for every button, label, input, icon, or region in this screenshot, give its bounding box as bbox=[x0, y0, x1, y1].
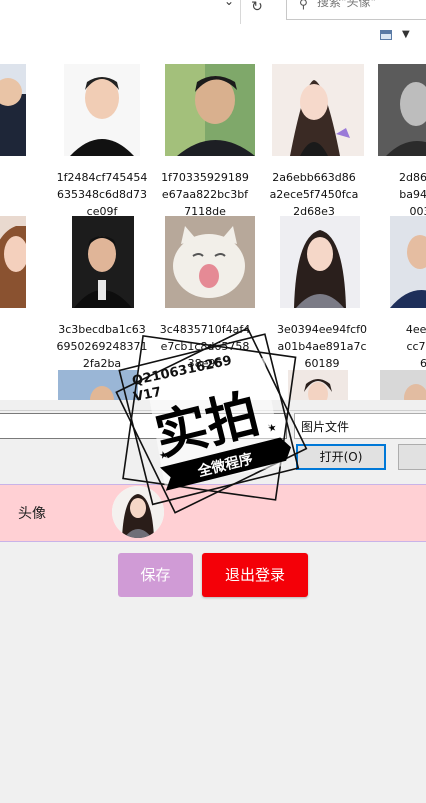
file-name: 2a6ebb663d86 a2ece5f7450fca 2d68e3 bbox=[269, 171, 359, 218]
file-thumbnail bbox=[378, 64, 426, 156]
file-thumbnail bbox=[72, 216, 134, 308]
file-type-select[interactable]: 图片文件 bbox=[294, 413, 426, 439]
file-thumbnail bbox=[280, 216, 360, 308]
file-name: 1f2484cf745454 635348c6d8d73 ce09f bbox=[56, 171, 148, 218]
logout-button[interactable]: 退出登录 bbox=[202, 553, 308, 597]
file-thumbnail bbox=[0, 216, 26, 308]
file-name: 1f70335929189 e67aa822bc3bf 7118de bbox=[161, 171, 249, 218]
explorer-toolbar bbox=[0, 26, 426, 52]
path-field[interactable]: ⌄ bbox=[0, 0, 241, 24]
cancel-button[interactable] bbox=[398, 444, 426, 470]
svg-text:★: ★ bbox=[267, 422, 278, 435]
file-thumbnail bbox=[272, 64, 364, 156]
file-thumbnail bbox=[380, 370, 426, 400]
file-thumbnail bbox=[390, 216, 426, 308]
file-name: ed1cd42770e7c1c bbox=[0, 321, 26, 372]
search-placeholder: 搜索"头像" bbox=[317, 0, 377, 9]
file-thumbnail bbox=[165, 216, 255, 308]
file-thumbnail bbox=[64, 64, 140, 156]
file-name: 2d86d3ba94e3003 bbox=[399, 171, 426, 218]
avatar-label: 头像 bbox=[18, 506, 46, 522]
path-dropdown-icon[interactable]: ⌄ bbox=[224, 0, 234, 8]
file-name: 4eee5d9cc7125265c bbox=[405, 323, 426, 370]
search-input[interactable]: ⚲ 搜索"头像" bbox=[286, 0, 426, 20]
refresh-button[interactable]: ↻ bbox=[242, 0, 272, 24]
view-options-icon[interactable] bbox=[380, 30, 392, 40]
file-thumbnail bbox=[0, 64, 26, 156]
view-options-dropdown-icon[interactable]: ▼ bbox=[402, 29, 410, 40]
file-name: b4e3f14c4001f44a bbox=[0, 169, 26, 220]
watermark-stamp: Q2106316269 V17 实拍 全微程序 ★ ★ bbox=[115, 327, 308, 514]
search-icon: ⚲ bbox=[299, 0, 308, 11]
file-thumbnail bbox=[165, 64, 255, 156]
refresh-icon: ↻ bbox=[251, 0, 263, 15]
save-button[interactable]: 保存 bbox=[118, 553, 193, 597]
explorer-address-bar: ⌄ ↻ ⚲ 搜索"头像" bbox=[0, 0, 426, 27]
